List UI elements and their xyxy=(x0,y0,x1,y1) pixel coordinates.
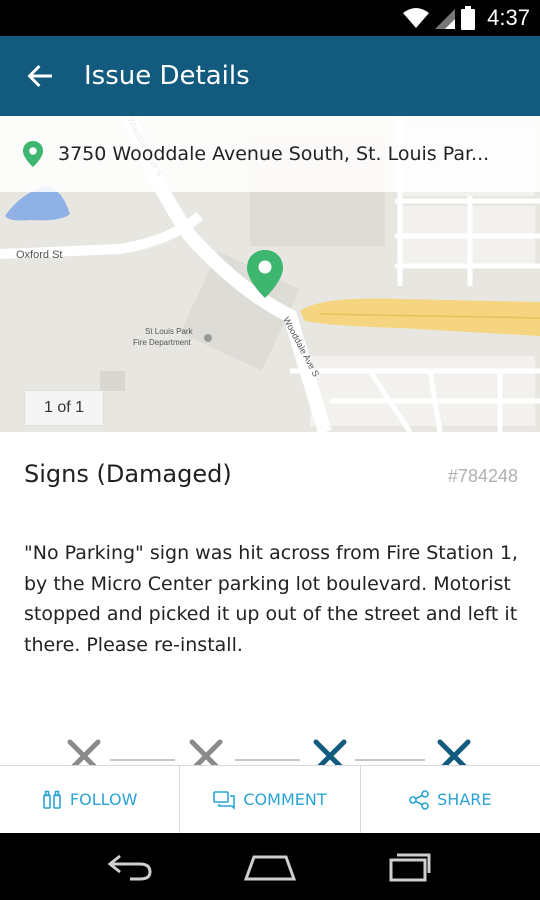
app-bar: Issue Details xyxy=(0,36,540,116)
back-nav-icon xyxy=(107,854,152,880)
map-view[interactable]: Oxford St St Louis Park Fire Department … xyxy=(0,116,540,432)
tools-icon-closed xyxy=(437,739,471,765)
recents-nav-icon xyxy=(389,853,431,881)
home-nav-icon xyxy=(244,855,296,880)
status-progress xyxy=(0,732,540,765)
nav-back-button[interactable] xyxy=(95,842,165,892)
wifi-icon xyxy=(403,8,430,28)
map-page-indicator: 1 of 1 xyxy=(24,390,104,426)
share-button[interactable]: SHARE xyxy=(361,766,540,833)
action-bar: FOLLOW COMMENT SHARE xyxy=(0,765,540,833)
comment-label: COMMENT xyxy=(243,790,327,809)
follow-label: FOLLOW xyxy=(69,790,138,809)
clock: 4:37 xyxy=(487,5,530,30)
nav-recents-button[interactable] xyxy=(375,842,445,892)
system-nav-bar xyxy=(0,833,540,900)
location-pin-icon[interactable] xyxy=(245,248,285,300)
page-title: Issue Details xyxy=(84,61,250,91)
binoculars-icon xyxy=(43,790,61,809)
issue-content: Signs (Damaged) #784248 "No Parking" sig… xyxy=(0,432,540,765)
map-marker-icon xyxy=(23,141,43,167)
tools-icon-acknowledged xyxy=(189,739,223,765)
nav-home-button[interactable] xyxy=(235,842,305,892)
tools-icon-in-progress xyxy=(313,739,347,765)
issue-id: #784248 xyxy=(447,466,518,486)
comment-icon xyxy=(213,790,236,810)
status-bar: 4:37 xyxy=(0,0,540,36)
arrow-back-icon xyxy=(27,65,52,87)
share-label: SHARE xyxy=(437,790,492,809)
tools-icon-submitted xyxy=(67,739,101,765)
address-bar: 3750 Wooddale Avenue South, St. Louis Pa… xyxy=(0,116,540,192)
comment-button[interactable]: COMMENT xyxy=(180,766,361,833)
issue-address: 3750 Wooddale Avenue South, St. Louis Pa… xyxy=(58,143,490,165)
status-icons: 4:37 xyxy=(403,0,530,36)
share-icon xyxy=(409,789,429,810)
svg-text:Oxford St: Oxford St xyxy=(16,249,62,261)
signal-icon xyxy=(435,9,456,29)
battery-icon xyxy=(461,6,476,30)
svg-text:St Louis Park: St Louis Park xyxy=(145,327,194,336)
svg-text:Fire Department: Fire Department xyxy=(133,338,192,347)
issue-title: Signs (Damaged) xyxy=(24,460,232,488)
back-button[interactable] xyxy=(0,36,80,116)
issue-description: "No Parking" sign was hit across from Fi… xyxy=(24,542,518,656)
follow-button[interactable]: FOLLOW xyxy=(0,766,181,833)
